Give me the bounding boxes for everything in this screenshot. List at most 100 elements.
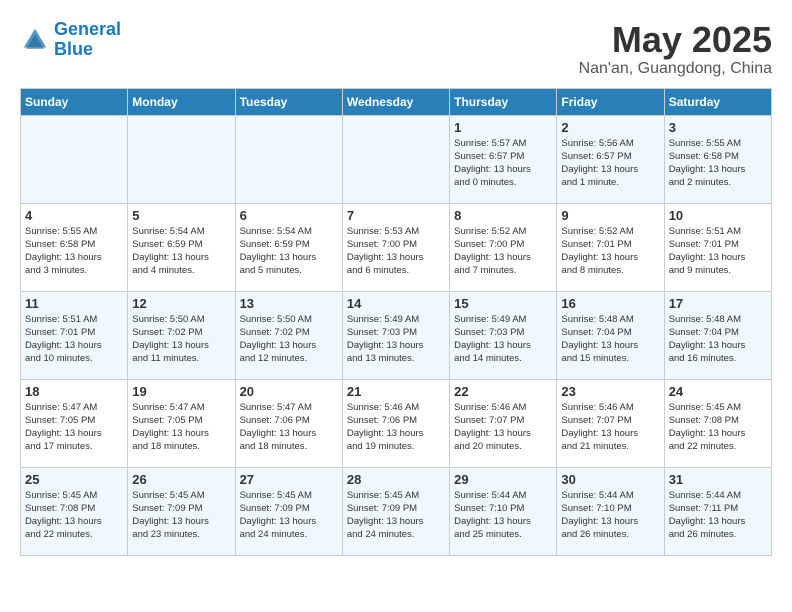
day-number: 10: [669, 208, 767, 223]
day-info: Sunrise: 5:54 AM Sunset: 6:59 PM Dayligh…: [240, 225, 338, 278]
calendar-cell: 8 Sunrise: 5:52 AM Sunset: 7:00 PM Daylig…: [450, 203, 557, 291]
header-thursday: Thursday: [450, 88, 557, 115]
calendar-cell: 27 Sunrise: 5:45 AM Sunset: 7:09 PM Dayli…: [235, 467, 342, 555]
calendar-cell: [21, 115, 128, 203]
day-number: 6: [240, 208, 338, 223]
calendar-header-row: SundayMondayTuesdayWednesdayThursdayFrid…: [21, 88, 772, 115]
day-number: 3: [669, 120, 767, 135]
header-saturday: Saturday: [664, 88, 771, 115]
day-number: 14: [347, 296, 445, 311]
logo-text: General Blue: [54, 20, 121, 60]
day-number: 21: [347, 384, 445, 399]
calendar-cell: 5 Sunrise: 5:54 AM Sunset: 6:59 PM Daylig…: [128, 203, 235, 291]
title-block: May 2025 Nan'an, Guangdong, China: [579, 20, 772, 78]
day-info: Sunrise: 5:49 AM Sunset: 7:03 PM Dayligh…: [454, 313, 552, 366]
calendar-cell: 2 Sunrise: 5:56 AM Sunset: 6:57 PM Daylig…: [557, 115, 664, 203]
calendar-cell: 9 Sunrise: 5:52 AM Sunset: 7:01 PM Daylig…: [557, 203, 664, 291]
calendar-table: SundayMondayTuesdayWednesdayThursdayFrid…: [20, 88, 772, 556]
calendar-cell: 24 Sunrise: 5:45 AM Sunset: 7:08 PM Dayli…: [664, 379, 771, 467]
day-info: Sunrise: 5:46 AM Sunset: 7:07 PM Dayligh…: [454, 401, 552, 454]
calendar-cell: 1Sunrise: 5:57 AM Sunset: 6:57 PM Daylig…: [450, 115, 557, 203]
day-number: 19: [132, 384, 230, 399]
day-number: 26: [132, 472, 230, 487]
day-info: Sunrise: 5:51 AM Sunset: 7:01 PM Dayligh…: [25, 313, 123, 366]
calendar-cell: 11 Sunrise: 5:51 AM Sunset: 7:01 PM Dayli…: [21, 291, 128, 379]
calendar-cell: 28 Sunrise: 5:45 AM Sunset: 7:09 PM Dayli…: [342, 467, 449, 555]
calendar-cell: [342, 115, 449, 203]
day-number: 11: [25, 296, 123, 311]
calendar-cell: 12 Sunrise: 5:50 AM Sunset: 7:02 PM Dayli…: [128, 291, 235, 379]
calendar-cell: 25 Sunrise: 5:45 AM Sunset: 7:08 PM Dayli…: [21, 467, 128, 555]
calendar-cell: 30Sunrise: 5:44 AM Sunset: 7:10 PM Dayli…: [557, 467, 664, 555]
day-number: 2: [561, 120, 659, 135]
day-number: 25: [25, 472, 123, 487]
calendar-cell: 23 Sunrise: 5:46 AM Sunset: 7:07 PM Dayli…: [557, 379, 664, 467]
day-number: 23: [561, 384, 659, 399]
day-info: Sunrise: 5:52 AM Sunset: 7:01 PM Dayligh…: [561, 225, 659, 278]
day-number: 28: [347, 472, 445, 487]
day-info: Sunrise: 5:48 AM Sunset: 7:04 PM Dayligh…: [561, 313, 659, 366]
header-monday: Monday: [128, 88, 235, 115]
calendar-cell: 3 Sunrise: 5:55 AM Sunset: 6:58 PM Daylig…: [664, 115, 771, 203]
day-info: Sunrise: 5:45 AM Sunset: 7:09 PM Dayligh…: [240, 489, 338, 542]
calendar-cell: [235, 115, 342, 203]
day-info: Sunrise: 5:52 AM Sunset: 7:00 PM Dayligh…: [454, 225, 552, 278]
calendar-week-4: 18 Sunrise: 5:47 AM Sunset: 7:05 PM Dayli…: [21, 379, 772, 467]
calendar-cell: 31Sunrise: 5:44 AM Sunset: 7:11 PM Dayli…: [664, 467, 771, 555]
calendar-cell: 20 Sunrise: 5:47 AM Sunset: 7:06 PM Dayli…: [235, 379, 342, 467]
day-info: Sunrise: 5:54 AM Sunset: 6:59 PM Dayligh…: [132, 225, 230, 278]
day-number: 7: [347, 208, 445, 223]
day-number: 5: [132, 208, 230, 223]
day-info: Sunrise: 5:47 AM Sunset: 7:06 PM Dayligh…: [240, 401, 338, 454]
day-info: Sunrise: 5:55 AM Sunset: 6:58 PM Dayligh…: [25, 225, 123, 278]
day-number: 15: [454, 296, 552, 311]
day-info: Sunrise: 5:57 AM Sunset: 6:57 PM Dayligh…: [454, 137, 552, 190]
calendar-cell: 17Sunrise: 5:48 AM Sunset: 7:04 PM Dayli…: [664, 291, 771, 379]
calendar-cell: 13Sunrise: 5:50 AM Sunset: 7:02 PM Dayli…: [235, 291, 342, 379]
day-number: 17: [669, 296, 767, 311]
day-info: Sunrise: 5:47 AM Sunset: 7:05 PM Dayligh…: [25, 401, 123, 454]
day-number: 18: [25, 384, 123, 399]
day-info: Sunrise: 5:46 AM Sunset: 7:06 PM Dayligh…: [347, 401, 445, 454]
day-info: Sunrise: 5:56 AM Sunset: 6:57 PM Dayligh…: [561, 137, 659, 190]
day-info: Sunrise: 5:45 AM Sunset: 7:09 PM Dayligh…: [347, 489, 445, 542]
day-number: 30: [561, 472, 659, 487]
day-number: 12: [132, 296, 230, 311]
day-number: 4: [25, 208, 123, 223]
day-info: Sunrise: 5:46 AM Sunset: 7:07 PM Dayligh…: [561, 401, 659, 454]
header-friday: Friday: [557, 88, 664, 115]
day-info: Sunrise: 5:47 AM Sunset: 7:05 PM Dayligh…: [132, 401, 230, 454]
header-tuesday: Tuesday: [235, 88, 342, 115]
day-info: Sunrise: 5:50 AM Sunset: 7:02 PM Dayligh…: [132, 313, 230, 366]
day-number: 13: [240, 296, 338, 311]
day-number: 8: [454, 208, 552, 223]
calendar-week-5: 25 Sunrise: 5:45 AM Sunset: 7:08 PM Dayli…: [21, 467, 772, 555]
calendar-cell: 6 Sunrise: 5:54 AM Sunset: 6:59 PM Daylig…: [235, 203, 342, 291]
day-number: 22: [454, 384, 552, 399]
header-sunday: Sunday: [21, 88, 128, 115]
day-info: Sunrise: 5:45 AM Sunset: 7:08 PM Dayligh…: [669, 401, 767, 454]
calendar-cell: 21 Sunrise: 5:46 AM Sunset: 7:06 PM Dayli…: [342, 379, 449, 467]
calendar-week-1: 1Sunrise: 5:57 AM Sunset: 6:57 PM Daylig…: [21, 115, 772, 203]
day-info: Sunrise: 5:53 AM Sunset: 7:00 PM Dayligh…: [347, 225, 445, 278]
day-number: 16: [561, 296, 659, 311]
location: Nan'an, Guangdong, China: [579, 60, 772, 78]
day-number: 9: [561, 208, 659, 223]
day-number: 27: [240, 472, 338, 487]
day-info: Sunrise: 5:55 AM Sunset: 6:58 PM Dayligh…: [669, 137, 767, 190]
calendar-cell: [128, 115, 235, 203]
logo-icon: [20, 25, 50, 55]
page-header: General Blue May 2025 Nan'an, Guangdong,…: [20, 20, 772, 78]
day-info: Sunrise: 5:45 AM Sunset: 7:08 PM Dayligh…: [25, 489, 123, 542]
day-info: Sunrise: 5:45 AM Sunset: 7:09 PM Dayligh…: [132, 489, 230, 542]
calendar-cell: 16 Sunrise: 5:48 AM Sunset: 7:04 PM Dayli…: [557, 291, 664, 379]
day-number: 24: [669, 384, 767, 399]
calendar-cell: 7 Sunrise: 5:53 AM Sunset: 7:00 PM Daylig…: [342, 203, 449, 291]
day-info: Sunrise: 5:51 AM Sunset: 7:01 PM Dayligh…: [669, 225, 767, 278]
calendar-cell: 4 Sunrise: 5:55 AM Sunset: 6:58 PM Daylig…: [21, 203, 128, 291]
header-wednesday: Wednesday: [342, 88, 449, 115]
calendar-week-2: 4 Sunrise: 5:55 AM Sunset: 6:58 PM Daylig…: [21, 203, 772, 291]
day-number: 20: [240, 384, 338, 399]
day-info: Sunrise: 5:44 AM Sunset: 7:11 PM Dayligh…: [669, 489, 767, 542]
calendar-week-3: 11 Sunrise: 5:51 AM Sunset: 7:01 PM Dayli…: [21, 291, 772, 379]
